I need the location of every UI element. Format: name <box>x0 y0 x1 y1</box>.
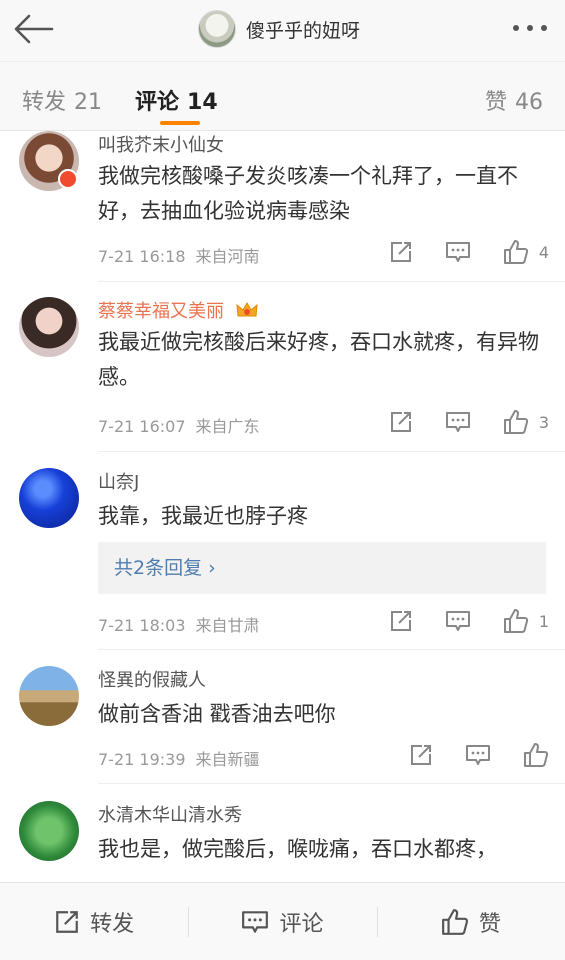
crown-icon <box>236 301 258 317</box>
reply-button[interactable] <box>445 240 471 264</box>
like-count: 4 <box>538 242 549 262</box>
comment-text: 我也是，做完酸后，喉咙痛，吞口水都疼， <box>98 837 497 861</box>
avatar[interactable] <box>19 666 79 726</box>
like-button[interactable]: 3 <box>503 409 549 435</box>
comment-source: 来自甘肃 <box>195 616 260 635</box>
avatar[interactable] <box>19 297 79 357</box>
commenter-name[interactable]: 蔡蔡幸福又美丽 <box>98 297 258 323</box>
share-button[interactable] <box>389 609 413 633</box>
like-count: 3 <box>538 412 549 432</box>
avatar[interactable] <box>19 468 79 528</box>
share-button[interactable] <box>409 743 433 767</box>
divider <box>98 281 565 282</box>
top-bar: 傻乎乎的妞呀 <box>0 0 565 62</box>
back-button[interactable] <box>12 12 56 46</box>
comment-icon <box>466 745 490 765</box>
thumbs-up-icon <box>441 908 468 935</box>
thumbs-up-icon <box>524 743 549 767</box>
share-button[interactable] <box>389 410 413 434</box>
active-tab-indicator <box>160 121 200 125</box>
reply-button[interactable] <box>445 410 471 434</box>
comment-source: 来自新疆 <box>195 750 260 769</box>
comment-meta: 7-21 16:07 来自广东 <box>98 413 260 437</box>
comment-actions: 3 <box>357 408 549 436</box>
divider <box>98 783 565 784</box>
share-icon <box>390 242 411 262</box>
bottom-like-button[interactable]: 赞 <box>376 883 565 960</box>
bottom-action-bar: 转发 评论 赞 <box>0 882 565 960</box>
comment-icon <box>445 242 470 262</box>
like-button[interactable]: 1 <box>503 608 549 634</box>
thumbs-up-icon <box>503 410 528 434</box>
comment-list[interactable]: 叫我芥末小仙女 我做完核酸嗓子发炎咳凑一个礼拜了，一直不好，去抽血化验说病毒感染… <box>0 131 565 882</box>
page-title: 傻乎乎的妞呀 <box>246 19 361 42</box>
comment-actions: 4 <box>357 238 549 266</box>
like-count: 1 <box>538 611 549 631</box>
comment-text: 我做完核酸嗓子发炎咳凑一个礼拜了，一直不好，去抽血化验说病毒感染 <box>98 164 518 223</box>
commenter-name[interactable]: 叫我芥末小仙女 <box>98 131 224 157</box>
tab-repost[interactable]: 转发 21 <box>22 84 102 116</box>
comment-meta: 7-21 18:03 来自甘肃 <box>98 612 260 636</box>
reply-button[interactable] <box>445 609 471 633</box>
divider <box>98 649 565 650</box>
reply-button[interactable] <box>465 743 491 767</box>
comment-text: 做前含香油 戳香油去吧你 <box>98 702 336 726</box>
comment-icon <box>445 412 470 432</box>
comment-source: 来自河南 <box>195 247 260 266</box>
share-icon <box>56 910 78 933</box>
page-title-group[interactable]: 傻乎乎的妞呀 <box>198 9 360 49</box>
verified-badge-icon <box>58 169 78 189</box>
comment-time: 7-21 16:07 <box>98 417 186 436</box>
comment-meta: 7-21 19:39 来自新疆 <box>98 746 260 770</box>
tab-comment[interactable]: 评论 14 <box>135 84 218 116</box>
bottom-comment-button[interactable]: 评论 <box>188 883 376 960</box>
comment-meta: 7-21 16:18 来自河南 <box>98 243 260 267</box>
more-dots-icon <box>513 25 519 31</box>
comment-icon <box>242 910 269 933</box>
share-button[interactable] <box>389 240 413 264</box>
bottom-comment-label: 评论 <box>279 911 324 937</box>
share-icon <box>390 611 411 631</box>
tab-bar: 转发 21 评论 14 赞 46 <box>0 62 565 131</box>
comment-text: 我靠，我最近也脖子疼 <box>98 504 308 528</box>
back-arrow-icon <box>14 14 54 44</box>
bottom-repost-button[interactable]: 转发 <box>0 883 188 960</box>
more-button[interactable] <box>513 22 547 34</box>
like-button[interactable]: 4 <box>503 239 549 265</box>
share-icon <box>390 412 411 432</box>
author-avatar <box>198 10 236 48</box>
commenter-name[interactable]: 怪異的假藏人 <box>98 666 206 692</box>
comment-actions <box>377 741 549 769</box>
thumbs-up-icon <box>503 609 528 633</box>
share-icon <box>411 745 431 765</box>
tab-like[interactable]: 赞 46 <box>485 84 543 116</box>
bottom-like-label: 赞 <box>478 911 501 937</box>
commenter-name[interactable]: 水清木华山清水秀 <box>98 801 242 827</box>
thumbs-up-icon <box>503 240 528 264</box>
like-button[interactable] <box>523 742 549 768</box>
comment-time: 7-21 19:39 <box>98 750 186 769</box>
bottom-repost-label: 转发 <box>90 911 135 937</box>
comment-source: 来自广东 <box>195 417 260 436</box>
divider <box>98 451 565 452</box>
comment-time: 7-21 16:18 <box>98 247 186 266</box>
comment-text: 我最近做完核酸后来好疼，吞口水就疼，有异物感。 <box>98 330 539 389</box>
view-replies-link[interactable]: 共2条回复 › <box>98 542 546 594</box>
commenter-name[interactable]: 山奈J <box>98 468 139 494</box>
comment-icon <box>445 611 470 631</box>
comment-actions: 1 <box>357 607 549 635</box>
avatar[interactable] <box>19 801 79 861</box>
comment-time: 7-21 18:03 <box>98 616 186 635</box>
